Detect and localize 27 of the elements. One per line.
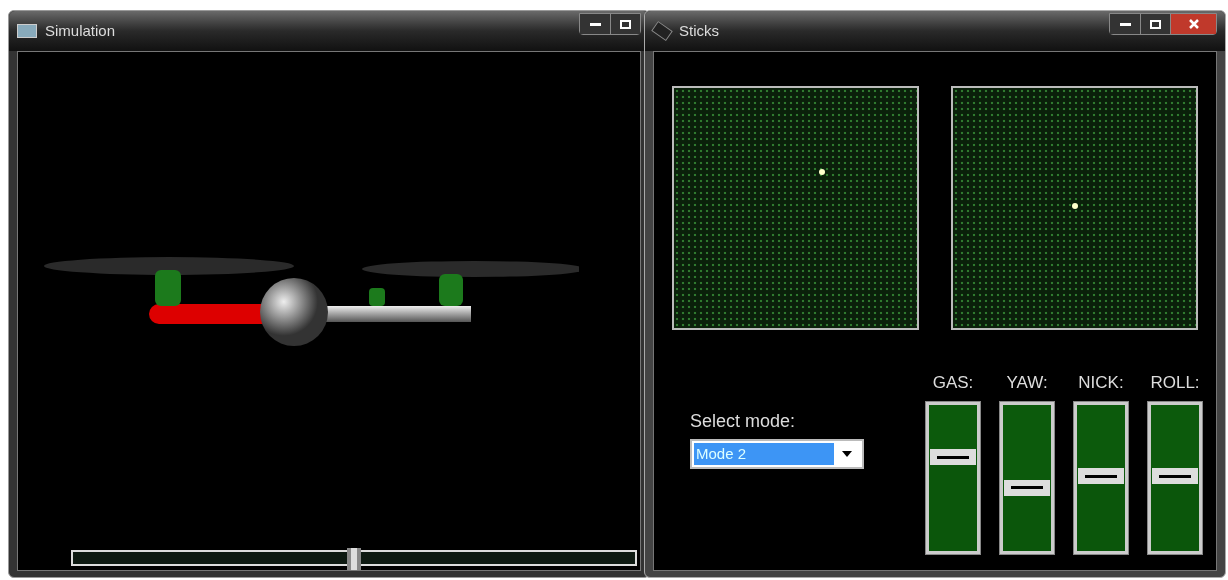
slider-thumb[interactable] (930, 449, 976, 466)
slider-track[interactable] (1000, 401, 1054, 554)
slider-track[interactable] (1148, 401, 1202, 554)
minimize-button[interactable] (1110, 14, 1140, 34)
window-title: Simulation (45, 20, 116, 41)
minimize-button[interactable] (580, 14, 610, 34)
slider-thumb[interactable] (1004, 479, 1050, 496)
window-icon (17, 24, 37, 38)
slider-thumb[interactable] (347, 548, 361, 570)
stick-pad[interactable] (672, 86, 919, 330)
channel-label: NICK: (1078, 372, 1124, 394)
slider-track[interactable] (926, 401, 980, 554)
stick-pad[interactable] (951, 86, 1198, 330)
window-title: Sticks (679, 20, 719, 41)
slider-thumb[interactable] (1078, 468, 1124, 485)
maximize-button[interactable] (610, 14, 640, 34)
close-button[interactable] (1170, 14, 1216, 34)
slider-thumb[interactable] (1152, 468, 1198, 485)
dropdown-value: Mode 2 (694, 443, 834, 465)
channel-label: YAW: (1006, 372, 1048, 394)
channel-label: ROLL: (1150, 372, 1200, 394)
select-mode-label: Select mode: (690, 410, 797, 433)
channel-label: GAS: (932, 372, 974, 394)
maximize-button[interactable] (1140, 14, 1170, 34)
slider-track[interactable] (1074, 401, 1128, 554)
close-icon (1188, 19, 1199, 29)
mode-dropdown[interactable]: Mode 2 (690, 439, 864, 469)
